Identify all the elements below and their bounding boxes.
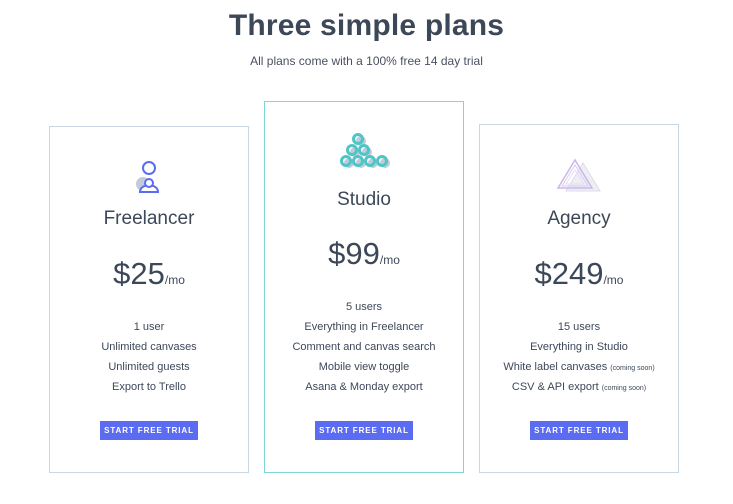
feature-item: 15 users xyxy=(557,321,601,333)
plan-card-freelancer: Freelancer $25/mo 1 user Unlimited canva… xyxy=(49,126,249,473)
plan-price: $249/mo xyxy=(480,256,678,292)
page-title: Three simple plans xyxy=(228,9,505,42)
plan-name: Freelancer xyxy=(103,208,195,229)
feature-list: 5 users Everything in Freelancer Comment… xyxy=(265,297,463,397)
feature-item: Export to Trello xyxy=(112,381,186,393)
feature-list: 1 user Unlimited canvases Unlimited gues… xyxy=(50,317,248,397)
plan-card-agency: Agency $249/mo 15 users Everything in St… xyxy=(479,124,679,473)
plan-price: $25/mo xyxy=(50,256,248,292)
price-period: /mo xyxy=(379,253,400,267)
feature-item: Everything in Freelancer xyxy=(304,321,424,333)
feature-item: Mobile view toggle xyxy=(318,361,410,373)
feature-item: Everything in Studio xyxy=(530,341,628,353)
price-amount: $249 xyxy=(534,256,604,291)
start-free-trial-button[interactable]: START FREE TRIAL xyxy=(100,421,198,440)
page-subtitle: All plans come with a 100% free 14 day t… xyxy=(250,54,483,68)
triangle-icon xyxy=(556,158,601,192)
coming-soon-note: (coming soon) xyxy=(601,385,647,392)
feature-item: Asana & Monday export xyxy=(305,381,423,393)
start-free-trial-button[interactable]: START FREE TRIAL xyxy=(530,421,628,440)
feature-item: 1 user xyxy=(133,321,165,333)
feature-item: Unlimited canvases xyxy=(101,341,197,353)
feature-list: 15 users Everything in Studio White labe… xyxy=(480,317,678,397)
plan-card-studio: Studio $99/mo 5 users Everything in Free… xyxy=(264,101,464,473)
coming-soon-note: (coming soon) xyxy=(610,365,655,372)
team-circles-icon xyxy=(340,133,390,168)
feature-item: 5 users xyxy=(345,301,383,313)
start-free-trial-button[interactable]: START FREE TRIAL xyxy=(315,421,413,440)
plan-price: $99/mo xyxy=(265,236,463,272)
price-amount: $99 xyxy=(328,236,380,271)
feature-item: CSV & API export (coming soon) xyxy=(511,381,647,393)
people-icon xyxy=(136,161,160,193)
price-period: /mo xyxy=(164,273,185,287)
plan-name: Agency xyxy=(547,208,611,229)
feature-item: Unlimited guests xyxy=(108,361,190,373)
price-amount: $25 xyxy=(113,256,165,291)
feature-item: White label canvases (coming soon) xyxy=(503,361,655,373)
plan-name: Studio xyxy=(337,189,391,210)
price-period: /mo xyxy=(603,273,624,287)
feature-item: Comment and canvas search xyxy=(292,341,436,353)
